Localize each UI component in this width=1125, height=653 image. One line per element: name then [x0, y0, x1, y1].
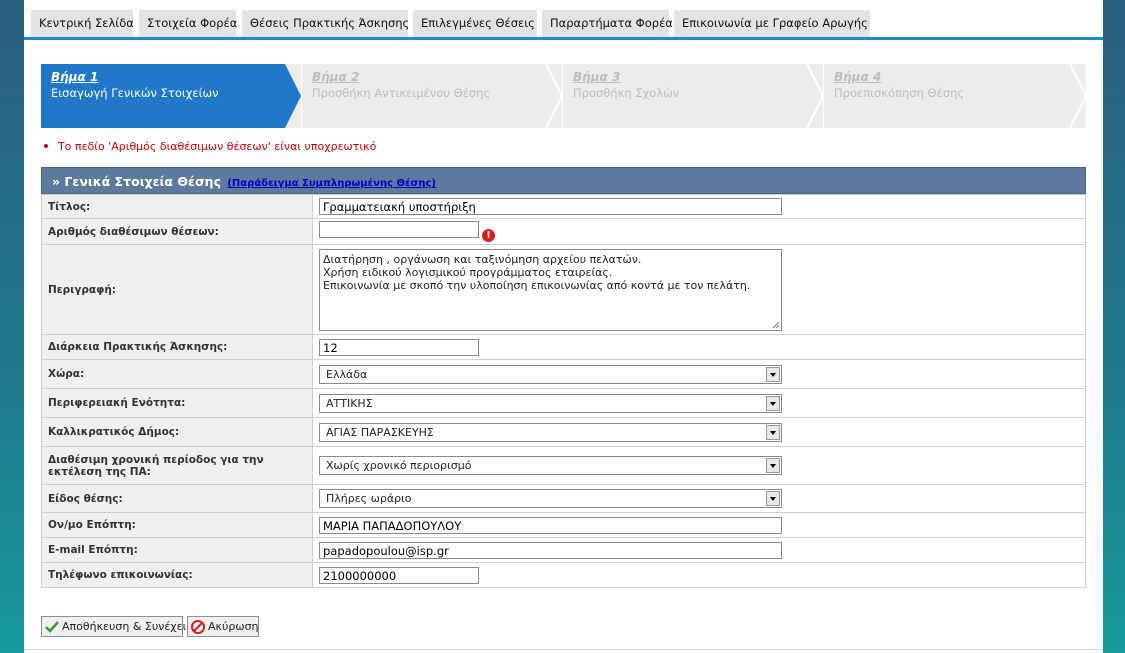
field-label: Διαθέσιμη χρονική περίοδος για την εκτέλ… — [41, 446, 313, 485]
form-row-supervisor: Ον/μο Επόπτη: ΜΑΡΙΑ ΠΑΠΑΔΟΠΟΥΛΟΥ — [41, 512, 1086, 538]
title-input[interactable]: Γραμματειακή υποστήριξη — [319, 198, 782, 215]
footer-divider — [24, 649, 1103, 650]
nav-underline — [24, 37, 1103, 40]
top-navigation: Κεντρική Σελίδα Στοιχεία Φορέα Θέσεις Πρ… — [24, 0, 1103, 40]
field-label: Διάρκεια Πρακτικής Άσκησης: — [41, 334, 313, 360]
field-label: Τηλέφωνο επικοινωνίας: — [41, 562, 313, 588]
description-textarea[interactable]: Διατήρηση , οργάνωση και ταξινόμηση αρχε… — [319, 248, 782, 331]
field-label: Είδος θέσης: — [41, 484, 313, 513]
wizard-arrow-3 — [807, 64, 823, 128]
select-value: Ελλάδα — [326, 367, 368, 381]
chevron-down-icon[interactable] — [766, 458, 780, 473]
form-header: » Γενικά Στοιχεία Θέσης (Παράδειγμα Συμπ… — [41, 167, 1086, 194]
save-continue-button[interactable]: Αποθήκευση & Συνέχεια — [41, 616, 194, 637]
form-row-phone: Τηλέφωνο επικοινωνίας: 2100000000 — [41, 562, 1086, 588]
validation-error: Το πεδίο 'Αριθμός διαθέσιμων θέσεων' είν… — [44, 140, 376, 153]
error-icon: ! — [482, 228, 495, 242]
select-value: Πλήρες ωράριο — [326, 492, 412, 505]
form-row-period: Διαθέσιμη χρονική περίοδος για την εκτέλ… — [41, 446, 1086, 485]
wizard-step-title: Βήμα 2 — [312, 70, 360, 84]
wizard-arrow-1 — [285, 64, 301, 128]
chevron-down-icon[interactable] — [766, 395, 780, 411]
wizard-step-3: Βήμα 3 Προσθήκη Σχολών — [563, 64, 807, 128]
email-input[interactable]: papadopoulou@isp.gr — [319, 541, 782, 559]
wizard-step-subtitle: Προσθήκη Αντικειμένου Θέσης — [312, 86, 491, 100]
period-select[interactable]: Χωρίς χρονικό περιορισμό — [319, 456, 782, 475]
form-row-municipality: Καλλικρατικός Δήμος: ΑΓΙΑΣ ΠΑΡΑΣΚΕΥΗΣ — [41, 417, 1086, 447]
form-table: Τίτλος: Γραμματειακή υποστήριξη Αριθμός … — [41, 194, 1086, 588]
chevron-down-icon[interactable] — [766, 491, 780, 506]
wizard-step-subtitle: Εισαγωγή Γενικών Στοιχείων — [51, 86, 219, 100]
save-button-label: Αποθήκευση & Συνέχεια — [62, 620, 194, 633]
cancel-button-label: Ακύρωση — [208, 620, 259, 633]
nav-selected-positions[interactable]: Επιλεγμένες Θέσεις — [413, 10, 537, 37]
cancel-button[interactable]: Ακύρωση — [187, 616, 259, 637]
description-text: Διατήρηση , οργάνωση και ταξινόμηση αρχε… — [323, 252, 751, 292]
positions-input[interactable] — [319, 221, 479, 239]
chevron-down-icon[interactable] — [766, 366, 780, 382]
form-header-title: » Γενικά Στοιχεία Θέσης — [52, 174, 221, 189]
page: Κεντρική Σελίδα Στοιχεία Φορέα Θέσεις Πρ… — [24, 0, 1103, 653]
wizard-step-subtitle: Προσθήκη Σχολών — [573, 86, 680, 100]
field-label: Ον/μο Επόπτη: — [41, 512, 313, 538]
form-row-country: Χώρα: Ελλάδα — [41, 359, 1086, 389]
field-label: Τίτλος: — [41, 194, 313, 219]
nav-organization-branches[interactable]: Παραρτήματα Φορέα — [542, 10, 673, 37]
form-row-positions: Αριθμός διαθέσιμων θέσεων: ! — [41, 218, 1086, 245]
form-row-duration: Διάρκεια Πρακτικής Άσκησης: 12 — [41, 334, 1086, 360]
field-label: Περιφερειακή Ενότητα: — [41, 388, 313, 418]
example-position-link[interactable]: (Παράδειγμα Συμπληρωμένης Θέσης) — [227, 178, 436, 189]
form-row-type: Είδος θέσης: Πλήρες ωράριο — [41, 484, 1086, 513]
field-label: Καλλικρατικός Δήμος: — [41, 417, 313, 447]
select-value: ΑΤΤΙΚΗΣ — [326, 396, 373, 410]
wizard-step-subtitle: Προεπισκόπηση Θέσης — [834, 86, 965, 100]
wizard-step-2: Βήμα 2 Προσθήκη Αντικειμένου Θέσης — [302, 64, 546, 128]
position-type-select[interactable]: Πλήρες ωράριο — [319, 489, 782, 508]
select-value: Χωρίς χρονικό περιορισμό — [326, 459, 472, 472]
wizard-step-1: Βήμα 1 Εισαγωγή Γενικών Στοιχείων — [41, 64, 285, 128]
form-row-email: E-mail Επόπτη: papadopoulou@isp.gr — [41, 537, 1086, 563]
form-row-region: Περιφερειακή Ενότητα: ΑΤΤΙΚΗΣ — [41, 388, 1086, 418]
bullet-icon — [44, 144, 48, 148]
checkmark-icon — [45, 621, 59, 633]
form-row-title: Τίτλος: Γραμματειακή υποστήριξη — [41, 194, 1086, 219]
nav-contact-helpdesk[interactable]: Επικοινωνία με Γραφείο Αρωγής — [674, 10, 870, 37]
cancel-icon — [191, 620, 205, 634]
phone-input[interactable]: 2100000000 — [319, 566, 479, 584]
country-select[interactable]: Ελλάδα — [319, 364, 782, 384]
wizard-step-title: Βήμα 4 — [834, 70, 882, 84]
general-info-form: » Γενικά Στοιχεία Θέσης (Παράδειγμα Συμπ… — [41, 167, 1086, 588]
chevron-down-icon[interactable] — [766, 424, 780, 440]
resize-grip-icon[interactable] — [772, 321, 780, 329]
duration-input[interactable]: 12 — [319, 338, 479, 356]
field-label: E-mail Επόπτη: — [41, 537, 313, 563]
wizard-arrow-2 — [546, 64, 562, 128]
wizard-step-4: Βήμα 4 Προεπισκόπηση Θέσης — [824, 64, 1070, 128]
wizard-steps: Βήμα 1 Εισαγωγή Γενικών Στοιχείων Βήμα 2… — [41, 64, 1086, 128]
field-label: Περιγραφή: — [41, 244, 313, 335]
form-row-description: Περιγραφή: Διατήρηση , οργάνωση και ταξι… — [41, 244, 1086, 335]
wizard-arrow-4 — [1070, 64, 1086, 128]
nav-organization-info[interactable]: Στοιχεία Φορέα — [139, 10, 237, 37]
municipality-select[interactable]: ΑΓΙΑΣ ΠΑΡΑΣΚΕΥΗΣ — [319, 422, 782, 442]
error-text: Το πεδίο 'Αριθμός διαθέσιμων θέσεων' είν… — [58, 140, 377, 153]
wizard-step-title: Βήμα 3 — [573, 70, 621, 84]
nav-home[interactable]: Κεντρική Σελίδα — [31, 10, 134, 37]
field-label: Αριθμός διαθέσιμων θέσεων: — [41, 218, 313, 245]
supervisor-input[interactable]: ΜΑΡΙΑ ΠΑΠΑΔΟΠΟΥΛΟΥ — [319, 516, 782, 534]
wizard-step-title: Βήμα 1 — [51, 70, 99, 84]
select-value: ΑΓΙΑΣ ΠΑΡΑΣΚΕΥΗΣ — [326, 425, 434, 439]
region-select[interactable]: ΑΤΤΙΚΗΣ — [319, 393, 782, 413]
nav-internship-positions[interactable]: Θέσεις Πρακτικής Άσκησης — [242, 10, 409, 37]
field-label: Χώρα: — [41, 359, 313, 389]
